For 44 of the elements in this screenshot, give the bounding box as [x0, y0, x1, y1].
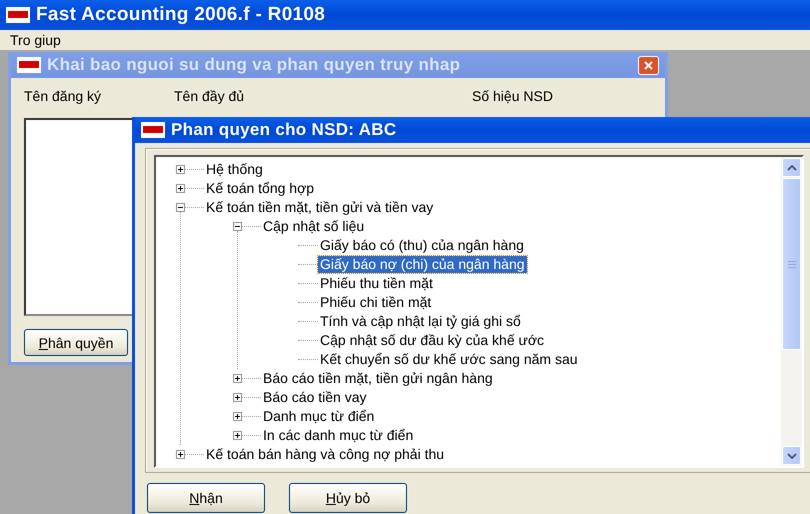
app-logo-icon: [141, 122, 165, 138]
expand-icon[interactable]: [233, 374, 242, 383]
expand-icon[interactable]: [233, 412, 242, 421]
tree-item[interactable]: Danh mục từ điển: [261, 408, 376, 425]
tree-item[interactable]: Tính và cập nhật lại tỷ giá ghi sổ: [318, 313, 523, 330]
collapse-icon[interactable]: [233, 222, 242, 231]
tree-item[interactable]: Kế toán tiền mặt, tiền gửi và tiền vay: [204, 199, 436, 216]
menu-item[interactable]: Tro giup: [10, 32, 61, 48]
window-title: Khai bao nguoi su dung va phan quyen truy nhap: [47, 55, 460, 75]
scroll-up-icon[interactable]: [786, 164, 796, 170]
column-header: Tên đăng ký: [24, 88, 102, 106]
close-button[interactable]: [638, 56, 659, 74]
column-header: Tên đầy đủ: [174, 88, 246, 106]
expand-icon[interactable]: [176, 450, 185, 459]
dialog-button[interactable]: Nhận: [147, 483, 265, 513]
tree-item[interactable]: Báo cáo tiền mặt, tiền gửi ngân hàng: [261, 370, 495, 387]
tree-item[interactable]: Giấy báo nợ (chi) của ngân hàng: [318, 256, 527, 273]
expand-icon[interactable]: [176, 184, 185, 193]
tree-item[interactable]: Kế toán tổng hợp: [204, 180, 316, 197]
tree-item[interactable]: Phiếu thu tiền mặt: [318, 275, 435, 292]
column-header: Số hiệu NSD: [472, 88, 554, 106]
tree-item[interactable]: Kế toán bán hàng và công nợ phải thu: [204, 446, 446, 463]
dialog-button[interactable]: Hủy bỏ: [289, 483, 407, 513]
collapse-icon[interactable]: [176, 203, 185, 212]
app-logo-icon: [17, 57, 41, 73]
permissions-button[interactable]: Phân quyền: [24, 329, 128, 356]
tree-item[interactable]: Kết chuyển số dư khế ước sang năm sau: [318, 351, 580, 368]
tree-item[interactable]: Hệ thống: [204, 161, 265, 178]
close-icon: [644, 60, 653, 70]
app-logo-icon: [6, 7, 30, 23]
tree-item[interactable]: Báo cáo tiền vay: [261, 389, 369, 406]
tree-item[interactable]: Phiếu chi tiền mặt: [318, 294, 434, 311]
tree-item[interactable]: In các danh mục từ điển: [261, 427, 416, 444]
expand-icon[interactable]: [233, 431, 242, 440]
window-title: Fast Accounting 2006.f - R0108: [36, 4, 326, 26]
scrollbar[interactable]: [781, 157, 802, 466]
grip-icon[interactable]: [788, 260, 796, 268]
expand-icon[interactable]: [233, 393, 242, 402]
dialog-title: Phan quyen cho NSD: ABC: [171, 120, 396, 140]
scroll-down-icon[interactable]: [786, 452, 796, 458]
expand-icon[interactable]: [176, 165, 185, 174]
tree-item[interactable]: Cập nhật số liệu: [261, 218, 366, 235]
tree-item[interactable]: Cập nhật số dư đầu kỳ của khế ước: [318, 332, 546, 349]
tree-item[interactable]: Giấy báo có (thu) của ngân hàng: [318, 237, 526, 254]
